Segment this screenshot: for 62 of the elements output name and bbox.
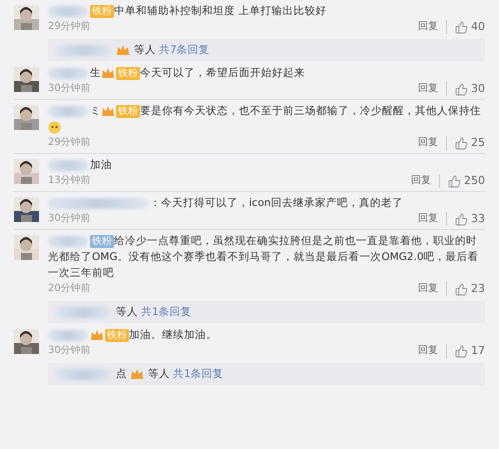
blurred-name xyxy=(48,68,88,79)
replier-suffix: 等人 xyxy=(116,305,138,319)
comment-text: 铁粉 中单和辅助补控制和坦度 上单打输出比较好 xyxy=(48,3,485,19)
reply-link[interactable]: 回复 xyxy=(418,282,447,296)
like-icon[interactable] xyxy=(455,282,468,296)
reply-link[interactable]: 回复 xyxy=(418,212,447,226)
like-count: 250 xyxy=(464,174,485,188)
blurred-name xyxy=(48,106,88,117)
timestamp: 20分钟前 xyxy=(48,282,92,296)
crown-icon xyxy=(130,368,144,380)
comment-text: 铁粉 加油。继续加油。 xyxy=(48,327,485,343)
reply-link[interactable]: 回复 xyxy=(418,344,447,358)
fan-badge: 铁粉 xyxy=(116,66,140,80)
replies-link[interactable]: 共1条回复 xyxy=(173,367,224,381)
reply-link[interactable]: 回复 xyxy=(418,82,447,96)
timestamp: 30分钟前 xyxy=(48,344,92,358)
like-icon[interactable] xyxy=(455,136,468,150)
blurred-name xyxy=(48,6,88,17)
blurred-name xyxy=(56,306,111,318)
like-count: 17 xyxy=(471,344,485,358)
emoji-icon xyxy=(48,120,61,134)
replies-link[interactable]: 共7条回复 xyxy=(159,43,210,57)
blurred-name xyxy=(56,368,111,380)
like-count: 30 xyxy=(471,82,485,96)
comment-text: 铁粉 给冷少一点尊重吧，虽然现在确实拉胯但是之前也一直是靠着他，职业的时光都给了OMG。没有他这个赛季也看不到马哥了，就当是最后看一次OMG2.0吧，最后看一次三年前吧 xyxy=(48,234,480,281)
replier-suffix: 等人 xyxy=(148,367,170,381)
comment-text: 加油 xyxy=(48,157,485,173)
comment-text: 生 铁粉 今天可以了，希望后面开始好起来 xyxy=(48,65,485,81)
fan-badge: 铁粉 xyxy=(116,104,140,118)
like-count: 40 xyxy=(471,20,485,34)
blurred-name xyxy=(48,236,88,247)
reply-link[interactable]: 回复 xyxy=(418,136,447,150)
crown-icon xyxy=(90,328,104,342)
blurred-name xyxy=(48,330,88,341)
comment-text: ：今天打得可以了，icon回去继承家产吧，真的老了 xyxy=(48,195,485,211)
crown-icon xyxy=(101,66,115,80)
fan-badge: 铁粉 xyxy=(105,328,129,342)
blurred-name xyxy=(56,44,111,56)
timestamp: 13分钟前 xyxy=(48,174,92,188)
reply-link[interactable]: 回复 xyxy=(418,20,447,34)
fan-badge: 铁粉 xyxy=(90,234,114,248)
like-count: 25 xyxy=(471,136,485,150)
fan-badge: 铁粉 xyxy=(90,4,114,18)
like-icon[interactable] xyxy=(455,212,468,226)
timestamp: 30分钟前 xyxy=(48,212,92,226)
blurred-name xyxy=(48,160,88,171)
like-icon[interactable] xyxy=(455,20,468,34)
like-icon[interactable] xyxy=(448,174,461,188)
timestamp: 30分钟前 xyxy=(48,82,92,96)
reply-link[interactable]: 回复 xyxy=(411,174,440,188)
replies-link[interactable]: 共1条回复 xyxy=(141,305,192,319)
like-count: 33 xyxy=(471,212,485,226)
name-fragment: 点 xyxy=(116,367,127,381)
timestamp: 29分钟前 xyxy=(48,136,92,150)
crown-icon xyxy=(116,44,130,56)
like-icon[interactable] xyxy=(455,344,468,358)
timestamp: 29分钟前 xyxy=(48,20,92,34)
like-icon[interactable] xyxy=(455,82,468,96)
comment-text: ミ 铁粉 要是你有今天状态，也不至于前三场都输了，冷少醒醒，其他人保持住 xyxy=(48,103,485,135)
like-count: 23 xyxy=(471,282,485,296)
replier-suffix: 等人 xyxy=(134,43,156,57)
crown-icon xyxy=(101,104,115,118)
